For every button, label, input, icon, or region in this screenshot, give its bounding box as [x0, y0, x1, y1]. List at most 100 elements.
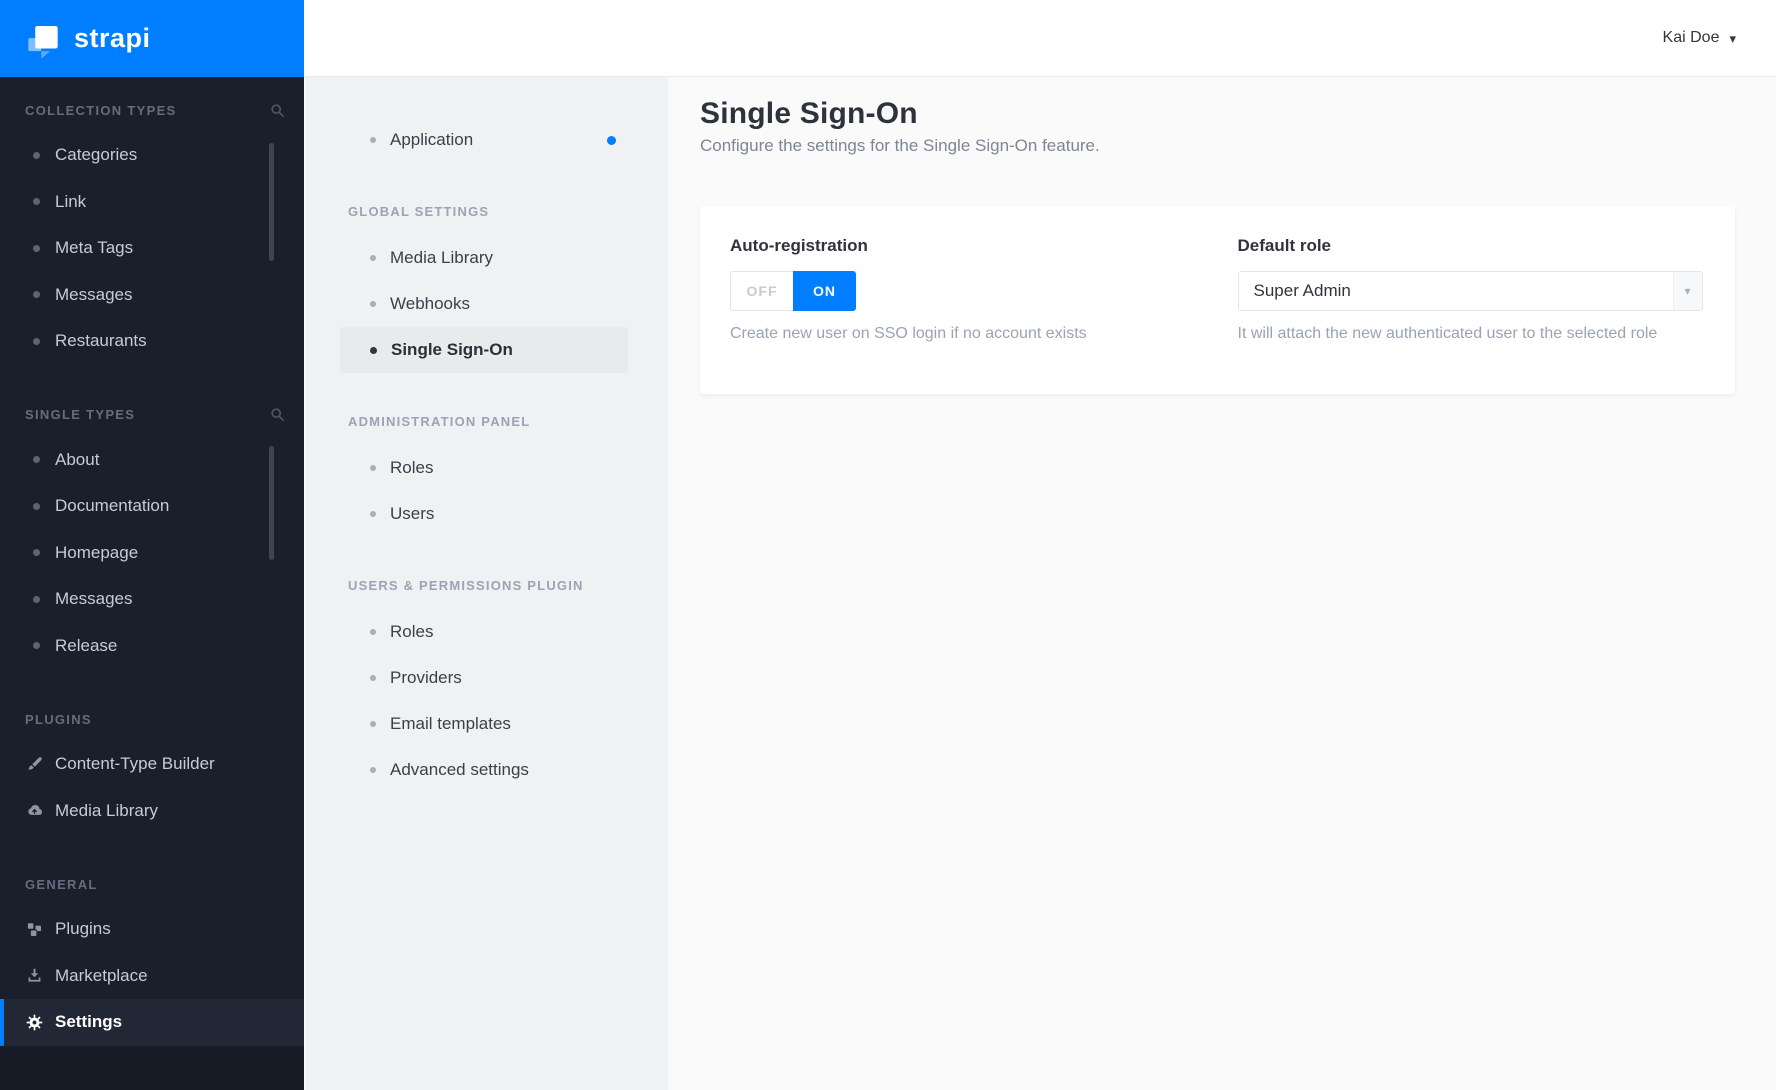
- toggle-on-button[interactable]: ON: [793, 271, 856, 311]
- subnav-item-users[interactable]: Users: [306, 491, 668, 537]
- bullet-icon: [370, 629, 376, 635]
- bullet-icon: [33, 337, 40, 345]
- bullet-icon: [370, 255, 376, 261]
- subnav-item-label: Providers: [390, 668, 462, 687]
- bullet-icon: [370, 675, 376, 681]
- main-content: Single Sign-On Configure the settings fo…: [668, 77, 1776, 1090]
- subnav-item-roles[interactable]: Roles: [306, 445, 668, 491]
- brush-icon: [25, 755, 44, 774]
- bullet-icon: [33, 198, 40, 206]
- sidebar-item-media-library[interactable]: Media Library: [0, 788, 304, 835]
- page-subtitle: Configure the settings for the Single Si…: [700, 136, 1100, 155]
- subnav-item-label: Users: [390, 504, 435, 523]
- sidebar-item-release[interactable]: Release: [0, 623, 304, 670]
- brand-name: strapi: [74, 23, 151, 53]
- sso-settings-card: Auto-registration OFF ON Create new user…: [700, 206, 1735, 394]
- user-menu[interactable]: Kai Doe ▾: [1663, 29, 1736, 47]
- gear-icon: [25, 1013, 44, 1032]
- sidebar-section-plugins: PLUGINS Content-Type Builder Media Library: [0, 700, 304, 834]
- main-sidebar: strapi COLLECTION TYPES Categories Link Met…: [0, 0, 304, 1090]
- sidebar-item-restaurants[interactable]: Restaurants: [0, 318, 304, 365]
- subnav-section-global-settings: GLOBAL SETTINGS Media Library Webhooks Sing…: [306, 191, 668, 373]
- sidebar-item-label: Categories: [55, 145, 138, 165]
- sidebar-section-title: GENERAL: [0, 865, 304, 903]
- sidebar-section-single-types: SINGLE TYPES About Documentation Homepage Me…: [0, 396, 304, 670]
- bullet-icon: [370, 137, 376, 143]
- sidebar-item-label: Media Library: [55, 800, 158, 820]
- sidebar-item-about[interactable]: About: [0, 437, 304, 484]
- bullet-icon: [370, 301, 376, 307]
- subnav-section-title: GLOBAL SETTINGS: [348, 203, 490, 219]
- single-types-scrollbar[interactable]: [269, 446, 274, 560]
- toggle-off-button[interactable]: OFF: [730, 271, 793, 311]
- subnav-item-email-templates[interactable]: Email templates: [306, 701, 668, 747]
- sidebar-item-meta-tags[interactable]: Meta Tags: [0, 225, 304, 272]
- bullet-icon: [370, 721, 376, 727]
- sidebar-item-categories[interactable]: Categories: [0, 132, 304, 179]
- top-header: Kai Doe ▾: [304, 0, 1776, 77]
- subnav-item-roles[interactable]: Roles: [306, 609, 668, 655]
- subnav-item-media-library[interactable]: Media Library: [306, 235, 668, 281]
- sidebar-item-label: About: [55, 449, 100, 469]
- subnav-item-application[interactable]: Application: [306, 117, 668, 163]
- sidebar-item-plugins[interactable]: Plugins: [0, 906, 304, 953]
- bullet-icon: [33, 642, 40, 650]
- strapi-logo[interactable]: strapi: [0, 0, 304, 77]
- sidebar-section-title: SINGLE TYPES: [0, 396, 304, 434]
- sidebar-item-marketplace[interactable]: Marketplace: [0, 953, 304, 1000]
- subnav-item-providers[interactable]: Providers: [306, 655, 668, 701]
- default-role-select[interactable]: Super Admin ▾: [1237, 271, 1703, 311]
- sidebar-item-homepage[interactable]: Homepage: [0, 530, 304, 577]
- default-role-label: Default role: [1237, 236, 1332, 255]
- subnav-sections: Application GLOBAL SETTINGS Media Library W…: [306, 117, 668, 793]
- sidebar-footer: [0, 1046, 304, 1090]
- search-icon[interactable]: [269, 102, 286, 119]
- subnav-section: Application: [306, 117, 668, 163]
- cubes-icon: [25, 920, 44, 939]
- bullet-icon: [370, 511, 376, 517]
- subnav-item-advanced-settings[interactable]: Advanced settings: [306, 747, 668, 793]
- default-role-description: It will attach the new authenticated use…: [1237, 325, 1658, 342]
- sidebar-section-title: PLUGINS: [0, 700, 304, 738]
- subnav-item-webhooks[interactable]: Webhooks: [306, 281, 668, 327]
- chevron-down-icon: ▾: [1672, 272, 1702, 310]
- sidebar-item-messages[interactable]: Messages: [0, 272, 304, 319]
- sidebar-item-messages[interactable]: Messages: [0, 576, 304, 623]
- sidebar-item-label: Release: [55, 635, 118, 655]
- subnav-item-label: Roles: [390, 622, 434, 641]
- subnav-section-title: ADMINISTRATION PANEL: [348, 413, 531, 429]
- subnav-section-users-permissions-plugin: USERS & PERMISSIONS PLUGIN Roles Providers…: [306, 565, 668, 793]
- download-tray-icon: [25, 966, 44, 985]
- caret-down-icon: ▾: [1729, 30, 1736, 46]
- default-role-value: Super Admin: [1253, 281, 1351, 300]
- subnav-item-label: Webhooks: [390, 294, 471, 313]
- sidebar-item-label: Homepage: [55, 542, 139, 562]
- sidebar-item-label: Settings: [55, 1012, 123, 1032]
- sidebar-item-link[interactable]: Link: [0, 179, 304, 226]
- bullet-icon: [33, 291, 40, 299]
- sidebar-item-documentation[interactable]: Documentation: [0, 483, 304, 530]
- bullet-icon: [33, 456, 40, 464]
- section-title-text: COLLECTION TYPES: [25, 102, 177, 118]
- auto-registration-toggle: OFF ON: [730, 271, 856, 311]
- subnav-item-single-sign-on[interactable]: Single Sign-On: [340, 327, 628, 373]
- auto-registration-description: Create new user on SSO login if no accou…: [730, 325, 1087, 342]
- settings-subnav: Application GLOBAL SETTINGS Media Library W…: [304, 77, 668, 1090]
- subnav-item-label: Advanced settings: [390, 760, 529, 779]
- sidebar-item-settings[interactable]: Settings: [0, 999, 304, 1046]
- sidebar-item-label: Link: [55, 191, 87, 211]
- sidebar-item-label: Meta Tags: [55, 238, 134, 258]
- page-title: Single Sign-On: [700, 97, 918, 130]
- sidebar-item-label: Marketplace: [55, 965, 148, 985]
- collection-types-scrollbar[interactable]: [269, 143, 274, 261]
- strapi-logo-icon: [24, 20, 62, 58]
- search-icon[interactable]: [269, 406, 286, 423]
- sidebar-item-content-type-builder[interactable]: Content-Type Builder: [0, 741, 304, 788]
- default-role-field: Default role Super Admin ▾ It will attac…: [1237, 236, 1706, 364]
- bullet-icon: [370, 346, 377, 354]
- sidebar-item-label: Content-Type Builder: [55, 754, 215, 774]
- sidebar-sections: COLLECTION TYPES Categories Link Meta Tags M…: [0, 91, 304, 1046]
- user-name: Kai Doe: [1662, 29, 1720, 46]
- sidebar-item-label: Messages: [55, 284, 133, 304]
- subnav-item-label: Single Sign-On: [391, 340, 513, 359]
